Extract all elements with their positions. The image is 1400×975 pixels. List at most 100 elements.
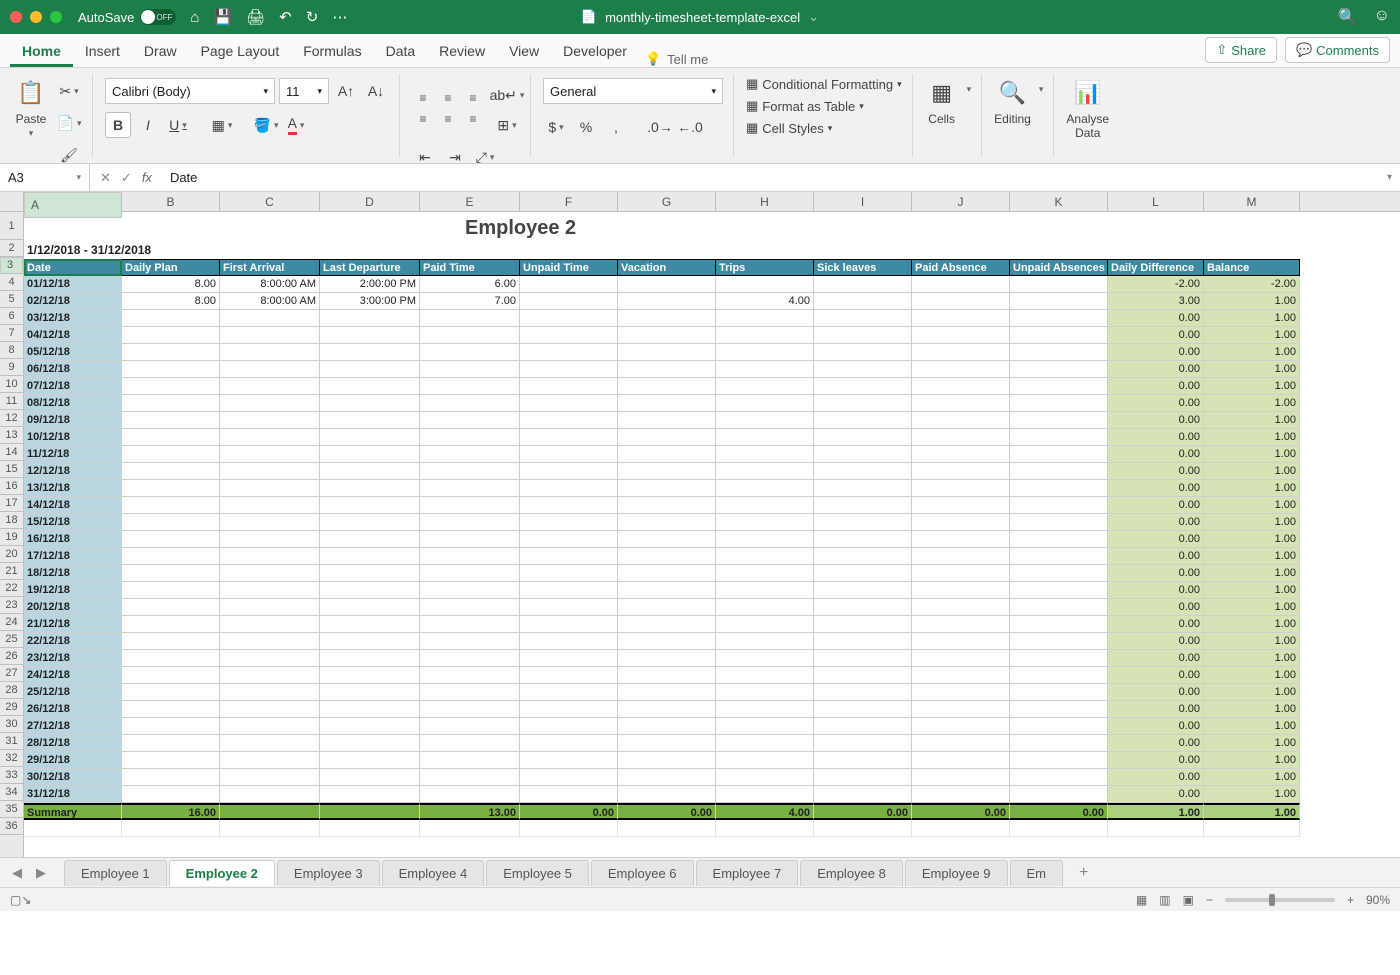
fx-icon[interactable]: fx xyxy=(142,170,152,186)
cell[interactable] xyxy=(320,735,420,752)
cell[interactable]: Employee 2 xyxy=(462,214,962,242)
cell[interactable] xyxy=(716,395,814,412)
cell[interactable] xyxy=(618,378,716,395)
cell[interactable]: 1.00 xyxy=(1204,514,1300,531)
cell[interactable] xyxy=(220,565,320,582)
cell[interactable]: 1.00 xyxy=(1204,633,1300,650)
cell[interactable]: 1.00 xyxy=(1204,378,1300,395)
cell[interactable] xyxy=(618,429,716,446)
cell[interactable]: 1.00 xyxy=(1204,531,1300,548)
cell[interactable] xyxy=(420,548,520,565)
name-box[interactable]: A3 ▾ xyxy=(0,164,90,191)
align-center-icon[interactable]: ≡ xyxy=(437,110,459,128)
cell[interactable] xyxy=(122,446,220,463)
cell[interactable] xyxy=(814,650,912,667)
cell[interactable]: 23/12/18 xyxy=(24,650,122,667)
cell[interactable]: 02/12/18 xyxy=(24,293,122,310)
sheet-tab[interactable]: Employee 9 xyxy=(905,860,1008,886)
cell[interactable]: 08/12/18 xyxy=(24,395,122,412)
cell[interactable] xyxy=(420,633,520,650)
bold-button[interactable]: B xyxy=(105,112,131,138)
cell[interactable]: Sick leaves xyxy=(814,259,912,276)
cell[interactable]: 8:00:00 AM xyxy=(220,293,320,310)
share-button[interactable]: ⇧Share xyxy=(1205,37,1277,63)
cell[interactable] xyxy=(716,378,814,395)
cell[interactable] xyxy=(122,497,220,514)
ribbon-tab-review[interactable]: Review xyxy=(427,35,497,67)
decrease-font-icon[interactable]: A↓ xyxy=(363,78,389,104)
cell[interactable] xyxy=(24,820,122,837)
cell[interactable]: 4.00 xyxy=(716,293,814,310)
cell[interactable] xyxy=(1108,820,1204,837)
cell[interactable] xyxy=(814,752,912,769)
cell[interactable] xyxy=(520,786,618,803)
cell[interactable] xyxy=(618,446,716,463)
cell[interactable]: 0.00 xyxy=(1108,548,1204,565)
column-header[interactable]: E xyxy=(420,192,520,211)
cell[interactable] xyxy=(520,582,618,599)
cell[interactable] xyxy=(618,650,716,667)
cell[interactable] xyxy=(320,327,420,344)
cell[interactable] xyxy=(716,633,814,650)
cell[interactable]: 1.00 xyxy=(1204,650,1300,667)
cell[interactable]: 0.00 xyxy=(1108,497,1204,514)
cell[interactable]: 8.00 xyxy=(122,276,220,293)
cell[interactable] xyxy=(1010,599,1108,616)
cell[interactable] xyxy=(220,463,320,480)
cell[interactable] xyxy=(716,361,814,378)
increase-decimal-icon[interactable]: .0→ xyxy=(647,114,673,140)
cell[interactable] xyxy=(912,769,1010,786)
cell[interactable]: 05/12/18 xyxy=(24,344,122,361)
cell[interactable] xyxy=(814,565,912,582)
cell[interactable]: 17/12/18 xyxy=(24,548,122,565)
row-header[interactable]: 32 xyxy=(0,750,23,767)
cell[interactable] xyxy=(520,599,618,616)
cell[interactable] xyxy=(814,769,912,786)
cell[interactable]: 1.00 xyxy=(1204,582,1300,599)
view-page-break-icon[interactable]: ▣ xyxy=(1183,893,1194,907)
cell[interactable]: 30/12/18 xyxy=(24,769,122,786)
maximize-window-icon[interactable] xyxy=(50,11,62,23)
cell[interactable] xyxy=(716,650,814,667)
cell[interactable] xyxy=(814,293,912,310)
cell[interactable] xyxy=(420,701,520,718)
column-header[interactable]: K xyxy=(1010,192,1108,211)
cell[interactable] xyxy=(814,820,912,837)
cell[interactable] xyxy=(618,480,716,497)
cell[interactable] xyxy=(716,463,814,480)
cell[interactable] xyxy=(122,531,220,548)
cell[interactable] xyxy=(520,514,618,531)
cell[interactable] xyxy=(1010,531,1108,548)
cell[interactable] xyxy=(618,276,716,293)
paste-button[interactable]: 📋 Paste ▾ xyxy=(14,74,48,139)
row-header[interactable]: 30 xyxy=(0,716,23,733)
cell[interactable] xyxy=(814,582,912,599)
cell[interactable] xyxy=(122,514,220,531)
cell[interactable] xyxy=(1204,820,1300,837)
align-top-icon[interactable]: ≡ xyxy=(412,89,434,107)
underline-button[interactable]: U xyxy=(165,112,191,138)
row-header[interactable]: 22 xyxy=(0,580,23,597)
cell[interactable] xyxy=(618,412,716,429)
cell[interactable]: Balance xyxy=(1204,259,1300,276)
column-header[interactable]: H xyxy=(716,192,814,211)
cell[interactable] xyxy=(814,718,912,735)
cell[interactable] xyxy=(320,820,420,837)
formula-input[interactable]: Date xyxy=(162,170,1379,185)
currency-icon[interactable]: $ xyxy=(543,114,569,140)
cell[interactable] xyxy=(912,582,1010,599)
cell[interactable] xyxy=(814,327,912,344)
cell[interactable]: 0.00 xyxy=(1010,803,1108,820)
cell[interactable] xyxy=(618,327,716,344)
cells-button[interactable]: ▦ Cells xyxy=(925,74,959,126)
cell[interactable] xyxy=(716,735,814,752)
home-icon[interactable]: ⌂ xyxy=(190,9,199,26)
cell[interactable]: 15/12/18 xyxy=(24,514,122,531)
cell[interactable] xyxy=(220,412,320,429)
cell[interactable] xyxy=(912,667,1010,684)
cell[interactable] xyxy=(912,429,1010,446)
cell[interactable]: 1.00 xyxy=(1204,293,1300,310)
cell[interactable] xyxy=(716,446,814,463)
cell[interactable]: 2:00:00 PM xyxy=(320,276,420,293)
cell[interactable] xyxy=(716,718,814,735)
